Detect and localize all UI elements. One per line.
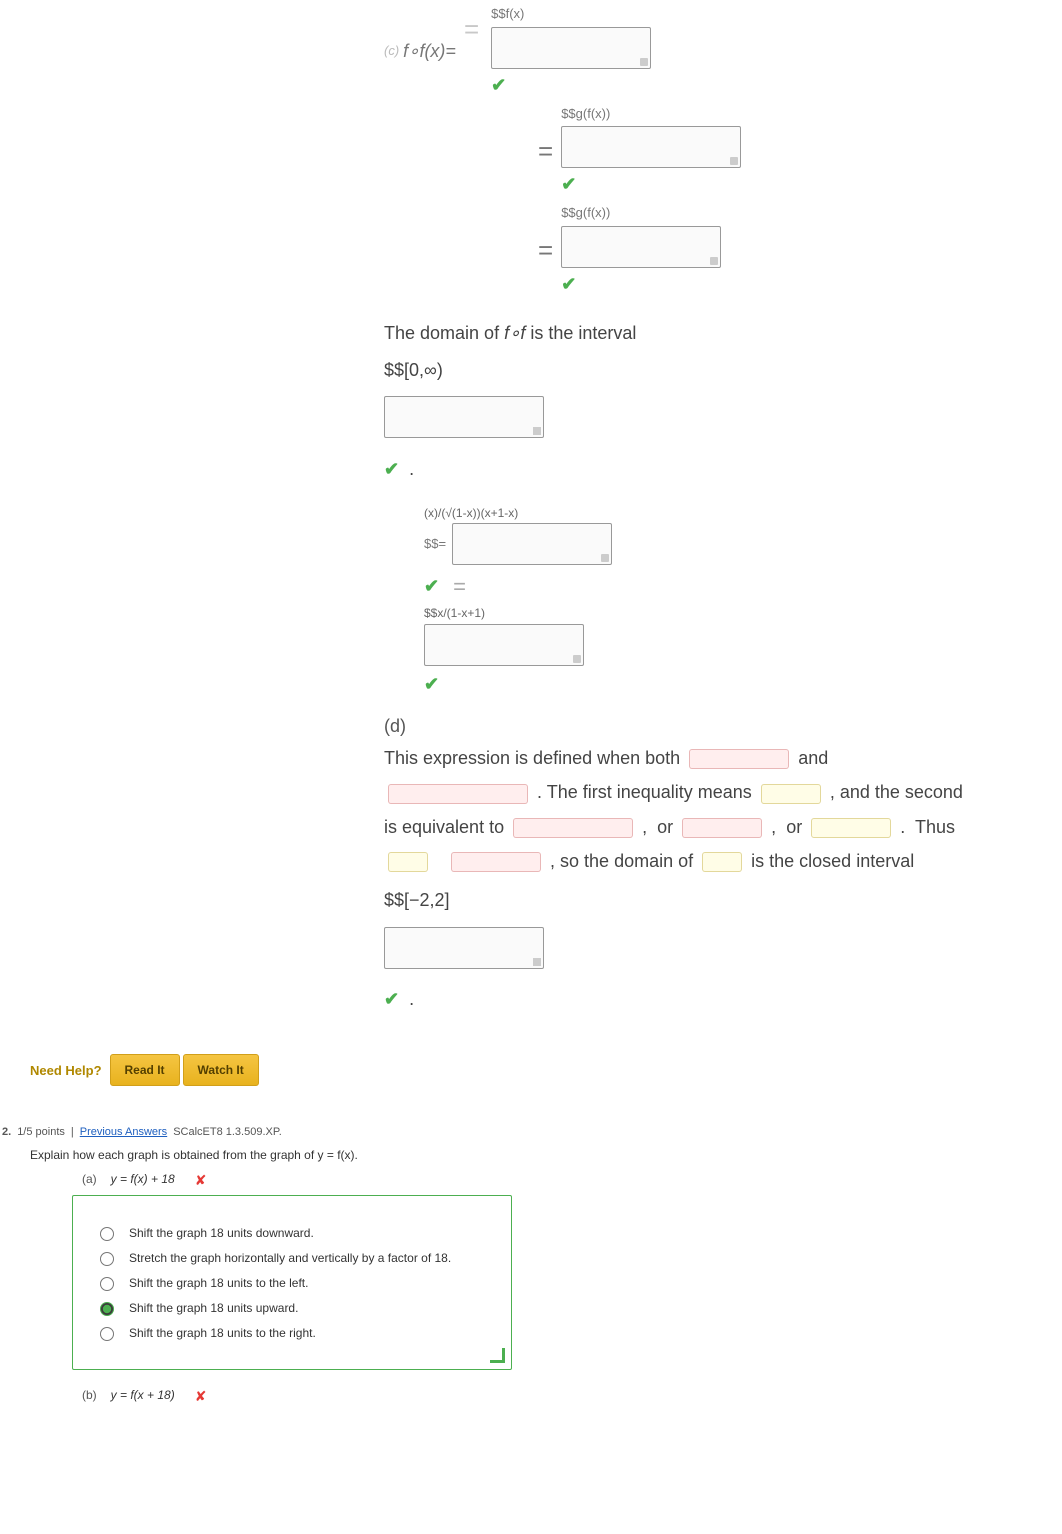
interval-formula-1: $$[0,∞) xyxy=(384,356,1062,385)
obscured-eq-1 xyxy=(513,818,633,838)
fof-prefix: f∘f(x)= xyxy=(403,37,456,66)
option-a2-label: Stretch the graph horizontally and verti… xyxy=(129,1251,451,1265)
indent-line-1b: $$= xyxy=(424,534,446,555)
previous-answers-link[interactable]: Previous Answers xyxy=(80,1126,167,1138)
question-ref: SCalcET8 1.3.509.XP. xyxy=(173,1126,282,1138)
indent-line-2a: $$x/(1-x+1) xyxy=(424,604,485,623)
x-icon: ✘ xyxy=(195,1388,207,1405)
indent-line-1a: (x)/(√(1-x))(x+1-x) xyxy=(424,504,518,523)
radio-a2[interactable] xyxy=(100,1252,114,1266)
sub-b-letter: (b) xyxy=(82,1388,97,1402)
option-a3[interactable]: Shift the graph 18 units to the left. xyxy=(95,1274,489,1291)
sub-a-letter: (a) xyxy=(82,1172,97,1186)
answer-field-2[interactable] xyxy=(561,126,741,168)
watch-it-button[interactable]: Watch It xyxy=(183,1054,259,1086)
domain-statement: The domain of f∘f is the interval xyxy=(384,319,1062,348)
answer-field-domain1[interactable] xyxy=(384,396,544,438)
check-icon: ✔ xyxy=(561,170,741,199)
eq-sign-0: = xyxy=(464,14,479,44)
obscured-thus-1 xyxy=(388,852,428,872)
check-icon: ✔ xyxy=(384,455,399,484)
obscured-thus-2 xyxy=(451,852,541,872)
score-label: 1/5 points xyxy=(17,1126,65,1138)
check-icon: ✔ xyxy=(491,71,651,100)
obscured-ineq-2 xyxy=(388,784,528,804)
option-a5[interactable]: Shift the graph 18 units to the right. xyxy=(95,1324,489,1341)
fx-label: $$f(x) xyxy=(491,4,651,25)
option-a5-label: Shift the graph 18 units to the right. xyxy=(129,1326,316,1340)
period-2: . xyxy=(409,985,414,1014)
radio-a1[interactable] xyxy=(100,1227,114,1241)
eq-indent: = xyxy=(453,569,466,604)
part-d-flow: This expression is defined when both and… xyxy=(384,741,1062,878)
read-it-button[interactable]: Read It xyxy=(110,1054,180,1086)
radio-a5[interactable] xyxy=(100,1327,114,1341)
obscured-ineq-1 xyxy=(689,749,789,769)
check-icon: ✔ xyxy=(424,670,439,699)
radio-a4[interactable] xyxy=(100,1302,114,1316)
obscured-gog xyxy=(702,852,742,872)
gfx-label: $$g(f(x)) xyxy=(561,104,741,125)
answer-field-1[interactable] xyxy=(491,27,651,69)
option-a1[interactable]: Shift the graph 18 units downward. xyxy=(95,1224,489,1241)
option-a3-label: Shift the graph 18 units to the left. xyxy=(129,1276,308,1290)
obscured-val-1 xyxy=(761,784,821,804)
option-a4-label: Shift the graph 18 units upward. xyxy=(129,1301,298,1315)
obscured-eq-2 xyxy=(682,818,762,838)
need-help-label: Need Help? xyxy=(30,1063,102,1078)
answer-field-indent-1[interactable] xyxy=(452,523,612,565)
option-a1-label: Shift the graph 18 units downward. xyxy=(129,1226,314,1240)
check-icon: ✔ xyxy=(561,270,721,299)
obscured-eq-3 xyxy=(811,818,891,838)
eq-sign-1: = xyxy=(538,131,553,173)
answer-field-3[interactable] xyxy=(561,226,721,268)
check-icon: ✔ xyxy=(384,985,399,1014)
sub-a-equation: y = f(x) + 18 xyxy=(111,1172,175,1186)
answer-field-indent-2[interactable] xyxy=(424,624,584,666)
eq-sign-2: = xyxy=(538,230,553,272)
part-d-label: (d) xyxy=(384,712,406,741)
gfx-label-2: $$g(f(x)) xyxy=(561,203,721,224)
label-c: (c) xyxy=(384,41,399,62)
period-1: . xyxy=(409,455,414,484)
option-a4[interactable]: Shift the graph 18 units upward. xyxy=(95,1299,489,1316)
x-icon: ✘ xyxy=(195,1172,207,1189)
option-a2[interactable]: Stretch the graph horizontally and verti… xyxy=(95,1249,489,1266)
interval-formula-2: $$[−2,2] xyxy=(384,886,1062,915)
sub-b-equation: y = f(x + 18) xyxy=(111,1388,175,1402)
question-title: Explain how each graph is obtained from … xyxy=(30,1148,1062,1162)
radio-a3[interactable] xyxy=(100,1277,114,1291)
options-box-a: Shift the graph 18 units downward. Stret… xyxy=(72,1195,512,1370)
check-icon: ✔ xyxy=(424,572,439,601)
answer-field-domain2[interactable] xyxy=(384,927,544,969)
